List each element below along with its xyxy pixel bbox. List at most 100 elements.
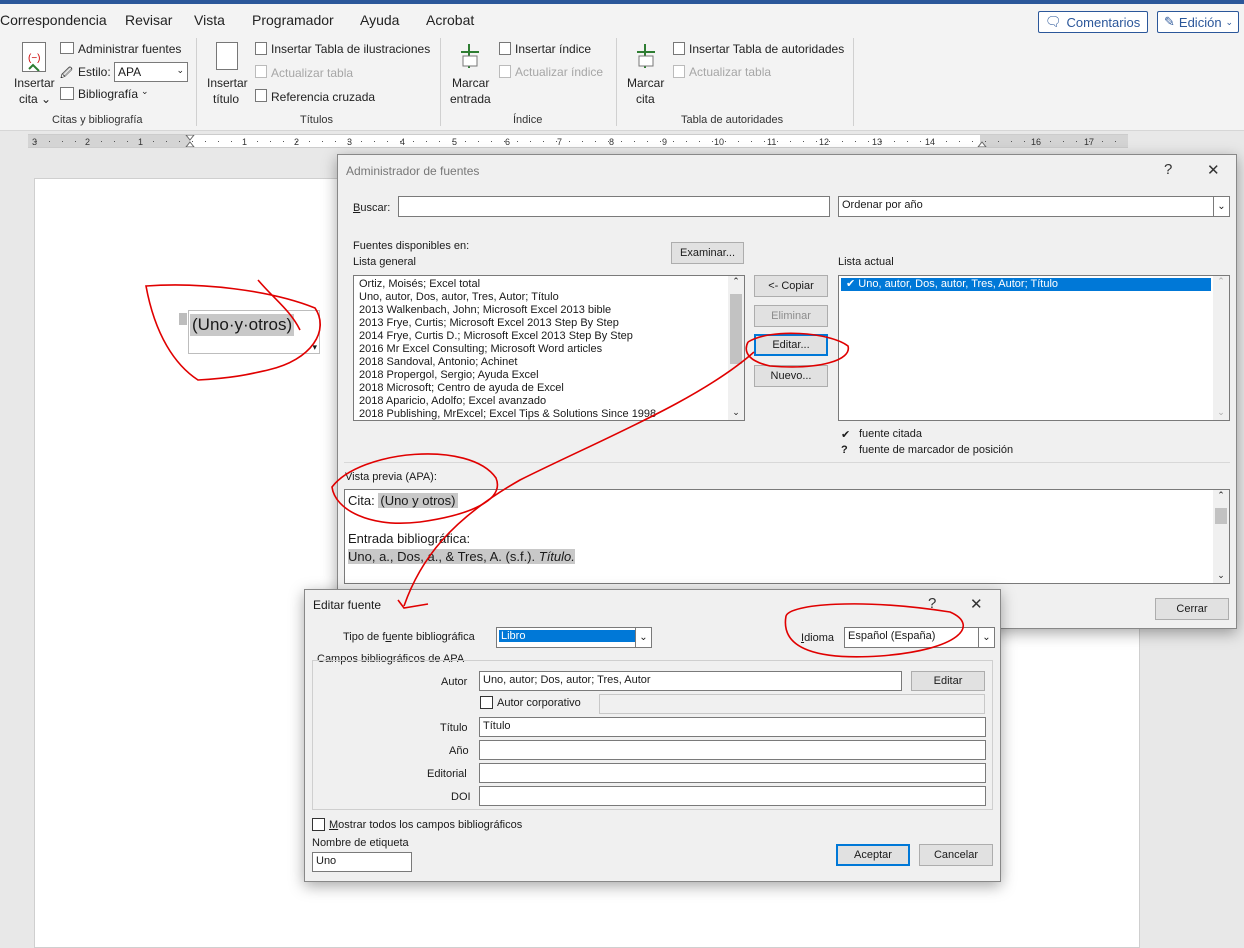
- ruler-tick: [400, 141, 401, 142]
- close-button[interactable]: ✕: [1207, 161, 1220, 179]
- insert-citation-label-2[interactable]: cita: [19, 92, 38, 106]
- publisher-field[interactable]: [479, 763, 986, 783]
- list-item[interactable]: 2013 Frye, Curtis; Microsoft Excel 2013 …: [354, 317, 744, 330]
- update-table-button[interactable]: Actualizar tabla: [271, 66, 353, 80]
- chevron-down-icon[interactable]: ▾: [312, 342, 317, 353]
- ruler-tick: [530, 141, 531, 142]
- list-item[interactable]: 2013 Walkenbach, John; Microsoft Excel 2…: [354, 304, 744, 317]
- list-item[interactable]: 2018 Sandoval, Antonio; Achinet: [354, 356, 744, 369]
- list-item[interactable]: Uno, autor, Dos, autor, Tres, Autor; Tít…: [354, 291, 744, 304]
- new-source-button[interactable]: Nuevo...: [754, 365, 828, 387]
- chevron-down-icon[interactable]: ⌄: [1213, 570, 1229, 581]
- insert-caption-label-2[interactable]: título: [213, 92, 239, 106]
- editing-button[interactable]: ✎ Edición ⌄: [1157, 11, 1239, 33]
- list-item[interactable]: 2018 Microsoft; Centro de ayuda de Excel: [354, 382, 744, 395]
- current-source-list[interactable]: ✔ Uno, autor, Dos, autor, Tres, Autor; T…: [838, 275, 1230, 421]
- list-item[interactable]: 2014 Frye, Curtis D.; Microsoft Excel 20…: [354, 330, 744, 343]
- ruler-tick: [725, 141, 726, 142]
- list-item[interactable]: ✔ Uno, autor, Dos, autor, Tres, Autor; T…: [841, 278, 1211, 291]
- chevron-down-icon[interactable]: ⌄: [635, 628, 651, 647]
- comments-button[interactable]: 🗨 Comentarios: [1038, 11, 1148, 33]
- ruler-tick: [49, 141, 50, 142]
- show-all-fields-checkbox[interactable]: [312, 818, 325, 831]
- group-separator: [853, 38, 854, 126]
- doi-field[interactable]: [479, 786, 986, 806]
- year-field[interactable]: [479, 740, 986, 760]
- ruler-tick: [933, 141, 934, 142]
- insert-citation-label-1[interactable]: Insertar: [14, 76, 55, 90]
- tag-name-field[interactable]: Uno: [312, 852, 412, 872]
- language-label: Idioma: [801, 632, 835, 644]
- scrollbar-thumb[interactable]: [730, 294, 742, 364]
- list-item[interactable]: Ortiz, Moisés; Excel total: [354, 278, 744, 291]
- ruler-number: 6: [505, 137, 510, 147]
- scrollbar-thumb[interactable]: [1215, 508, 1227, 524]
- list-item[interactable]: 2016 Mr Excel Consulting; Microsoft Word…: [354, 343, 744, 356]
- insert-table-of-authorities-button[interactable]: Insertar Tabla de autoridades: [689, 42, 844, 56]
- language-select[interactable]: Español (España) ⌄: [844, 627, 995, 648]
- source-type-select[interactable]: Libro ⌄: [496, 627, 652, 648]
- sort-select[interactable]: Ordenar por año ⌄: [838, 196, 1230, 217]
- ruler-tick: [842, 141, 843, 142]
- chevron-down-icon[interactable]: ⌄: [978, 628, 994, 647]
- scrollbar[interactable]: ⌃ ⌄: [1213, 276, 1229, 420]
- style-select[interactable]: APA ⌄: [114, 62, 188, 82]
- chevron-down-icon[interactable]: ⌄: [1213, 407, 1229, 418]
- help-button[interactable]: ?: [1164, 161, 1172, 178]
- search-input[interactable]: [398, 196, 830, 217]
- chevron-up-icon[interactable]: ⌃: [1213, 276, 1229, 287]
- edit-source-button[interactable]: Editar...: [754, 334, 828, 356]
- ok-button[interactable]: Aceptar: [836, 844, 910, 866]
- mark-citation-label-2[interactable]: cita: [636, 92, 655, 106]
- ruler-tick: [543, 141, 544, 142]
- mark-entry-label-1[interactable]: Marcar: [452, 76, 489, 90]
- insert-index-button[interactable]: Insertar índice: [515, 42, 591, 56]
- cancel-button[interactable]: Cancelar: [919, 844, 993, 866]
- tab-acrobat[interactable]: Acrobat: [426, 12, 474, 28]
- update-index-button[interactable]: Actualizar índice: [515, 65, 603, 79]
- ruler-number: 11: [767, 137, 776, 147]
- chevron-down-icon[interactable]: ⌄: [1213, 197, 1229, 216]
- copy-button[interactable]: <- Copiar: [754, 275, 828, 297]
- tab-vista[interactable]: Vista: [194, 12, 225, 28]
- insert-caption-label-1[interactable]: Insertar: [207, 76, 248, 90]
- scrollbar[interactable]: ⌃ ⌄: [728, 276, 744, 420]
- document-citation[interactable]: (Uno·y·otros): [190, 314, 295, 336]
- delete-button[interactable]: Eliminar: [754, 305, 828, 327]
- chevron-up-icon[interactable]: ⌃: [1213, 490, 1229, 501]
- preview-citation-line: Cita: (Uno y otros): [348, 493, 458, 508]
- edit-author-button[interactable]: Editar: [911, 671, 985, 691]
- cross-reference-button[interactable]: Referencia cruzada: [271, 90, 375, 104]
- update-authorities-button[interactable]: Actualizar tabla: [689, 65, 771, 79]
- close-dialog-button[interactable]: Cerrar: [1155, 598, 1229, 620]
- list-item[interactable]: 2018 Aparicio, Adolfo; Excel avanzado: [354, 395, 744, 408]
- scrollbar[interactable]: ⌃ ⌄: [1213, 490, 1229, 583]
- list-item[interactable]: 2018 Publishing, MrExcel; Excel Tips & S…: [354, 408, 744, 420]
- corporate-author-checkbox[interactable]: [480, 696, 493, 709]
- mark-entry-label-2[interactable]: entrada: [450, 92, 491, 106]
- manage-sources-button[interactable]: Administrar fuentes: [78, 42, 181, 56]
- tag-name-label: Nombre de etiqueta: [312, 837, 409, 849]
- drag-handle-icon[interactable]: [179, 313, 187, 325]
- author-field[interactable]: Uno, autor; Dos, autor; Tres, Autor: [479, 671, 902, 691]
- general-source-list[interactable]: Ortiz, Moisés; Excel total Uno, autor, Do…: [353, 275, 745, 421]
- tab-revisar[interactable]: Revisar: [125, 12, 172, 28]
- tab-ayuda[interactable]: Ayuda: [360, 12, 399, 28]
- ruler-tick: [244, 141, 245, 142]
- help-button[interactable]: ?: [928, 595, 936, 612]
- corporate-author-field[interactable]: [599, 694, 985, 714]
- list-item[interactable]: 2018 Propergol, Sergio; Ayuda Excel: [354, 369, 744, 382]
- title-field[interactable]: Título: [479, 717, 986, 737]
- ruler-tick: [127, 141, 128, 142]
- close-button[interactable]: ✕: [970, 595, 983, 613]
- horizontal-ruler[interactable]: 32112345678910111213141617: [28, 134, 1128, 148]
- chevron-down-icon[interactable]: ⌄: [728, 407, 744, 418]
- chevron-up-icon[interactable]: ⌃: [728, 276, 744, 287]
- browse-button[interactable]: Examinar...: [671, 242, 744, 264]
- ruler-tick: [946, 141, 947, 142]
- insert-table-of-figures-button[interactable]: Insertar Tabla de ilustraciones: [271, 42, 430, 56]
- bibliography-button[interactable]: Bibliografía: [78, 87, 138, 101]
- tab-correspondencia[interactable]: Correspondencia: [0, 12, 107, 28]
- mark-citation-label-1[interactable]: Marcar: [627, 76, 664, 90]
- tab-programador[interactable]: Programador: [252, 12, 334, 28]
